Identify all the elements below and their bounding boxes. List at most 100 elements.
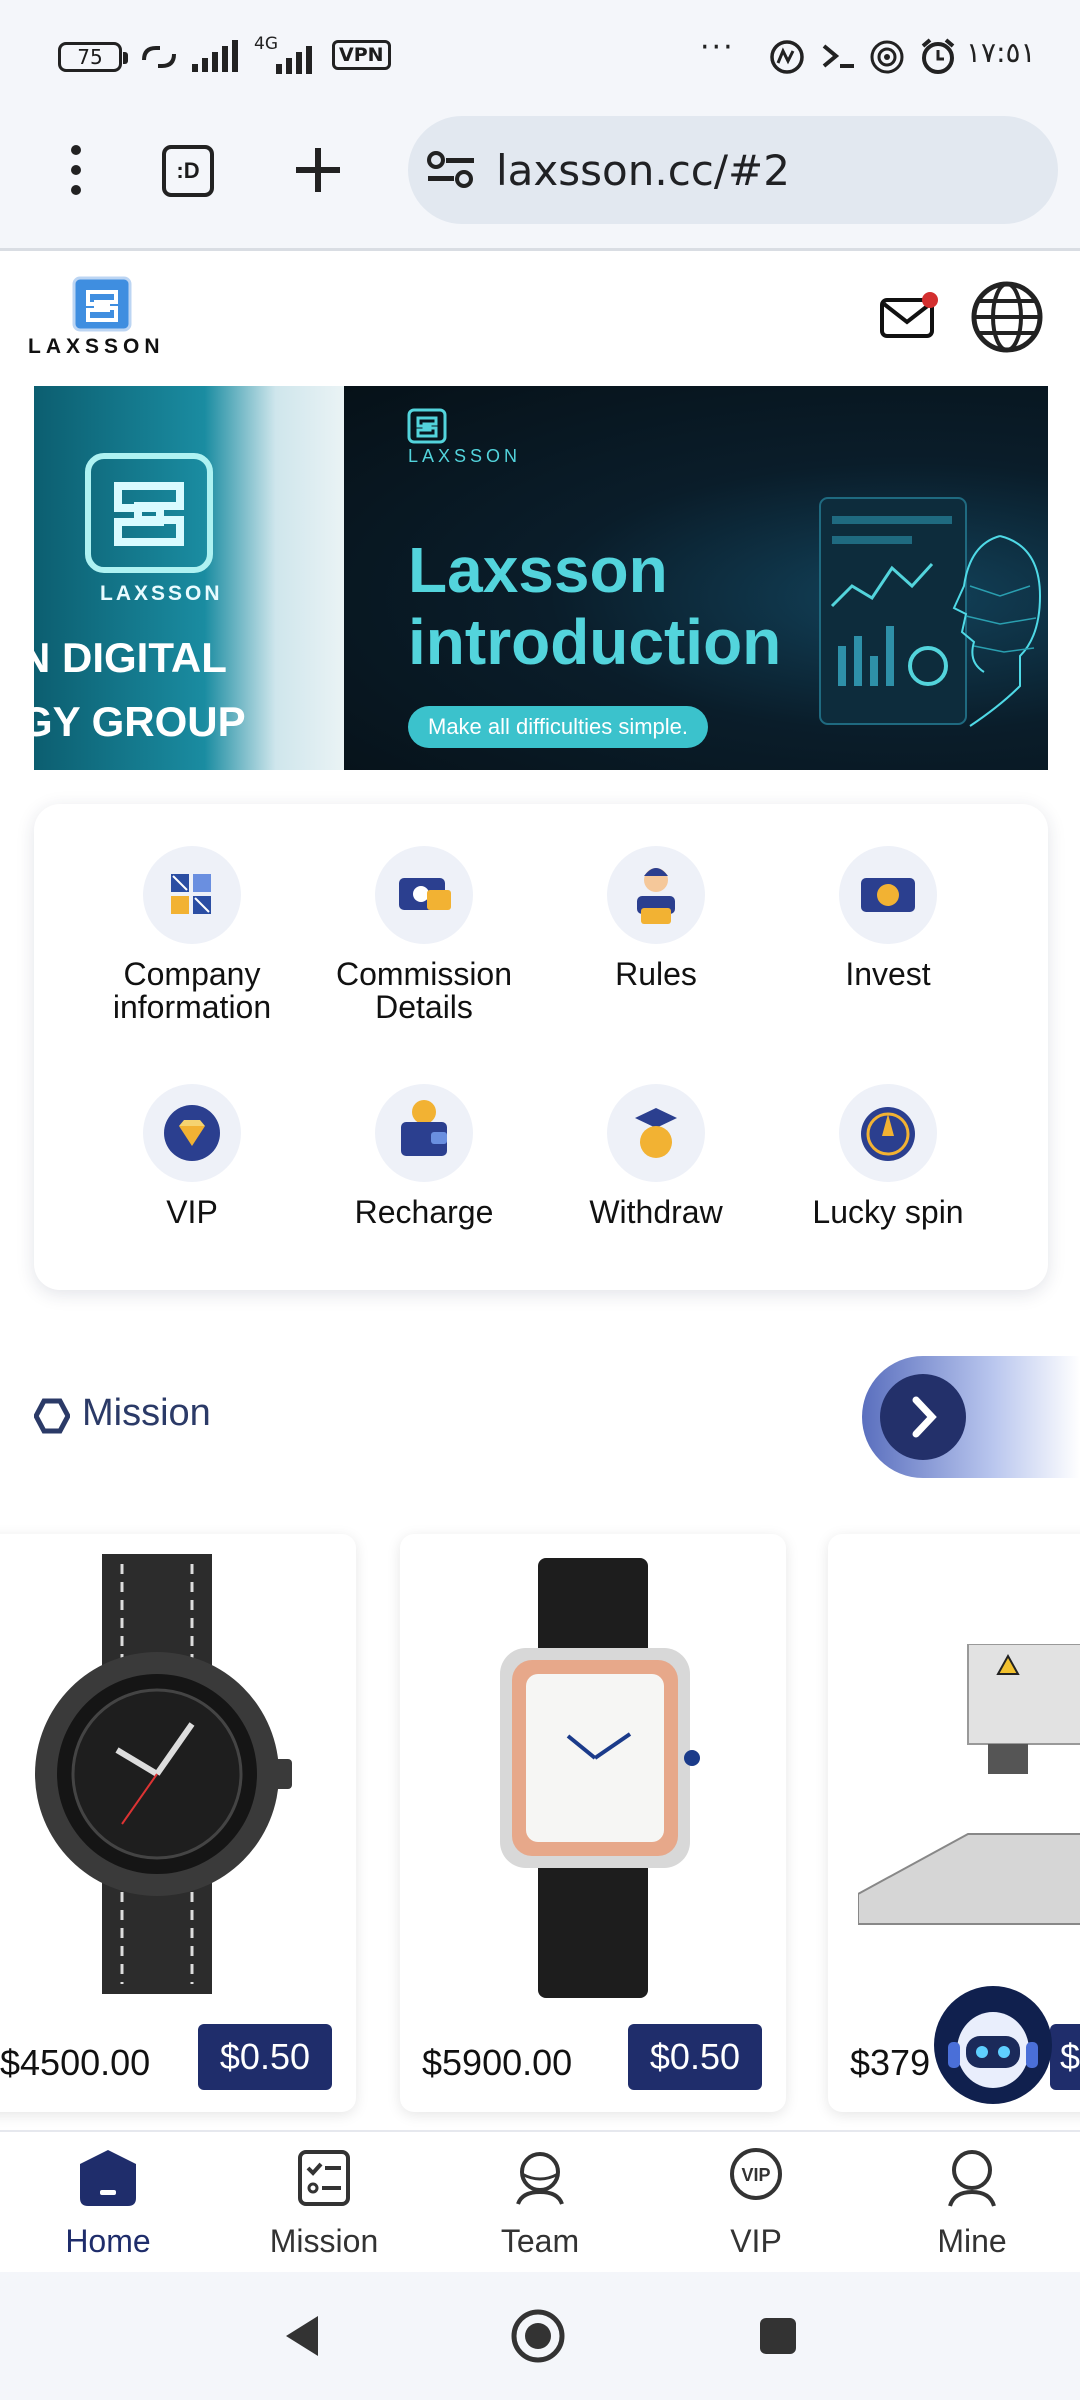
menu-label: Withdraw xyxy=(589,1194,723,1230)
nav-team[interactable]: Team xyxy=(450,2146,630,2260)
logo-text: LAXSSON xyxy=(28,335,165,358)
product-commission: $0.50 xyxy=(627,2024,762,2090)
alarm-icon xyxy=(921,38,955,74)
nav-mine[interactable]: Mine xyxy=(882,2146,1062,2260)
product-price: $4500.00 xyxy=(0,2042,151,2083)
signal-icon xyxy=(192,40,238,72)
customer-service-icon xyxy=(607,846,705,944)
menu-label: Lucky spin xyxy=(812,1194,964,1230)
nav-label: Home xyxy=(65,2223,151,2259)
wallet-icon xyxy=(375,1084,473,1182)
diamond-icon xyxy=(143,1084,241,1182)
menu-company-information[interactable]: Company information xyxy=(76,846,308,1024)
site-logo[interactable] xyxy=(70,276,134,332)
back-icon[interactable] xyxy=(282,2312,322,2360)
nav-label: VIP xyxy=(730,2223,782,2259)
banner-right-brand: LAXSSON xyxy=(408,446,522,466)
menu-commission-details[interactable]: Commission Details xyxy=(308,846,540,1024)
product-image xyxy=(500,1558,700,1998)
nav-home[interactable]: Home xyxy=(18,2146,198,2260)
banner-left-brand: LAXSSON xyxy=(100,582,223,605)
banner-title-line2: introduction xyxy=(408,606,782,678)
banner-left-line2: GY GROUP xyxy=(34,698,246,745)
menu-recharge[interactable]: Recharge xyxy=(308,1084,540,1229)
site-settings-icon[interactable] xyxy=(426,148,478,192)
mail-icon[interactable] xyxy=(878,290,940,342)
profile-icon xyxy=(948,2150,996,2207)
nav-mission[interactable]: Mission xyxy=(234,2146,414,2260)
more-notifications: ··· xyxy=(700,30,735,65)
terminal-icon xyxy=(822,44,854,68)
system-navigation-bar xyxy=(0,2272,1080,2400)
menu-vip[interactable]: VIP xyxy=(76,1084,308,1229)
wireframe-face-graphic xyxy=(952,535,1042,727)
wallet-card-icon xyxy=(375,846,473,944)
product-card[interactable]: $5900.00 $0.50 xyxy=(400,1534,786,2112)
menu-withdraw[interactable]: Withdraw xyxy=(540,1084,772,1229)
nav-label: Mine xyxy=(937,2223,1007,2259)
product-image xyxy=(858,1644,1080,1925)
globe-icon[interactable] xyxy=(970,280,1044,354)
menu-invest[interactable]: Invest xyxy=(772,846,1004,991)
banner-tagline: Make all difficulties simple. xyxy=(408,706,709,748)
product-image xyxy=(35,1554,292,1994)
vip-icon: VIP xyxy=(730,2148,782,2200)
banner-small-logo-icon xyxy=(407,408,447,444)
hexagon-icon xyxy=(34,1398,70,1434)
mission-more-button[interactable] xyxy=(862,1356,1080,1478)
checklist-icon xyxy=(298,2150,350,2206)
recents-icon[interactable] xyxy=(756,2314,800,2358)
chevron-right-icon xyxy=(880,1374,966,1460)
banner-left-line1: N DIGITAL xyxy=(34,634,227,681)
home-icon xyxy=(80,2150,136,2206)
link-icon xyxy=(142,46,176,68)
tabs-button[interactable]: :D xyxy=(162,145,214,197)
banner-left-panel: LAXSSON N DIGITAL GY GROUP xyxy=(34,386,344,770)
vpn-badge: VPN xyxy=(332,40,391,70)
team-icon xyxy=(516,2152,564,2205)
app-notification-icon xyxy=(770,40,804,74)
address-bar[interactable]: laxsson.cc/#2 xyxy=(408,116,1058,224)
product-commission: $0.50 xyxy=(197,2024,332,2090)
menu-lucky-spin[interactable]: Lucky spin xyxy=(772,1084,1004,1229)
graduation-coin-icon xyxy=(607,1084,705,1182)
status-bar: 75 4G VPN ··· ١٧:٥١ xyxy=(0,0,1080,112)
grid-icon xyxy=(143,846,241,944)
robot-icon xyxy=(937,1989,1049,2101)
home-circle-icon[interactable] xyxy=(510,2308,566,2364)
menu-label: VIP xyxy=(166,1194,218,1230)
nav-label: Team xyxy=(500,2223,580,2259)
clock: ١٧:٥١ xyxy=(966,36,1036,69)
nav-label: Mission xyxy=(269,2223,379,2259)
menu-label: Company information xyxy=(112,956,272,1025)
quick-menu: Company information Commission Details Rul… xyxy=(34,804,1048,1290)
signal-4g-icon xyxy=(276,46,312,74)
menu-label: Recharge xyxy=(354,1194,494,1230)
spin-dial-icon xyxy=(839,1084,937,1182)
support-chat-button[interactable] xyxy=(934,1986,1052,2104)
bitcoin-note-icon xyxy=(839,846,937,944)
banner-right-panel: LAXSSON Laxsson introduction Make all di… xyxy=(344,386,1048,770)
product-price: $379 xyxy=(850,2042,931,2083)
menu-label: Rules xyxy=(615,956,697,992)
product-commission: $ xyxy=(1050,2024,1080,2090)
battery-indicator: 75 xyxy=(58,42,128,72)
url-text[interactable]: laxsson.cc/#2 xyxy=(496,146,790,195)
promo-banner[interactable]: LAXSSON N DIGITAL GY GROUP LAXSSON Laxss… xyxy=(34,386,1048,770)
svg-text:VIP: VIP xyxy=(741,2165,770,2185)
nav-vip[interactable]: VIP VIP xyxy=(666,2146,846,2260)
menu-label: Invest xyxy=(845,956,931,992)
product-price: $5900.00 xyxy=(422,2042,573,2083)
banner-title-line1: Laxsson xyxy=(408,534,668,606)
bottom-navigation: Home Mission Team VIP VIP Mine xyxy=(0,2130,1080,2274)
menu-rules[interactable]: Rules xyxy=(540,846,772,991)
logo-icon xyxy=(72,276,132,332)
mission-title: Mission xyxy=(82,1392,211,1434)
menu-dots-icon[interactable] xyxy=(64,142,88,198)
menu-label: Commission Details xyxy=(335,956,513,1025)
browser-toolbar: :D laxsson.cc/#2 xyxy=(0,112,1080,251)
hotspot-icon xyxy=(870,40,904,74)
new-tab-icon[interactable] xyxy=(294,146,342,194)
banner-logo-icon xyxy=(85,453,213,573)
product-card[interactable]: $4500.00 $0.50 xyxy=(0,1534,356,2112)
